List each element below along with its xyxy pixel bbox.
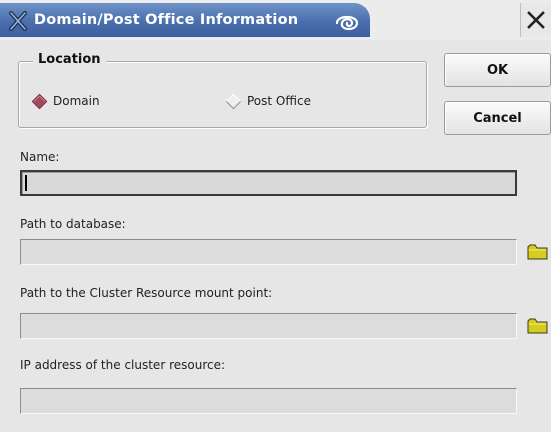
radio-selected-indicator[interactable] — [31, 93, 48, 109]
title-bar[interactable]: Domain/Post Office Information — [0, 0, 551, 40]
radio-post-office-label[interactable]: Post Office — [247, 94, 311, 108]
folder-icon[interactable] — [527, 243, 549, 261]
window-title: Domain/Post Office Information — [34, 12, 299, 28]
database-path-field[interactable] — [20, 239, 517, 265]
name-field[interactable] — [20, 170, 517, 196]
name-label: Name: — [20, 150, 60, 164]
radio-unselected-indicator[interactable] — [225, 93, 242, 109]
close-button[interactable] — [520, 3, 551, 37]
radio-post-office[interactable]: Post Office — [225, 93, 311, 109]
cancel-button[interactable]: Cancel — [444, 101, 551, 135]
cluster-mount-label: Path to the Cluster Resource mount point… — [20, 286, 273, 300]
x-logo-icon[interactable] — [8, 11, 28, 31]
dialog-body: Location Domain Post Office OK Cancel Na… — [0, 40, 551, 432]
location-group-title: Location — [33, 52, 106, 67]
cluster-ip-label: IP address of the cluster resource: — [20, 358, 226, 372]
title-tab[interactable]: Domain/Post Office Information — [0, 3, 370, 37]
cluster-mount-field[interactable] — [20, 313, 517, 339]
cluster-ip-field[interactable] — [20, 388, 517, 414]
folder-icon[interactable] — [527, 317, 549, 335]
spiral-icon — [332, 9, 362, 35]
radio-domain[interactable]: Domain — [31, 93, 100, 109]
database-path-label: Path to database: — [20, 217, 126, 231]
text-cursor — [25, 175, 27, 191]
radio-domain-label[interactable]: Domain — [53, 94, 100, 108]
ok-button[interactable]: OK — [444, 53, 551, 87]
